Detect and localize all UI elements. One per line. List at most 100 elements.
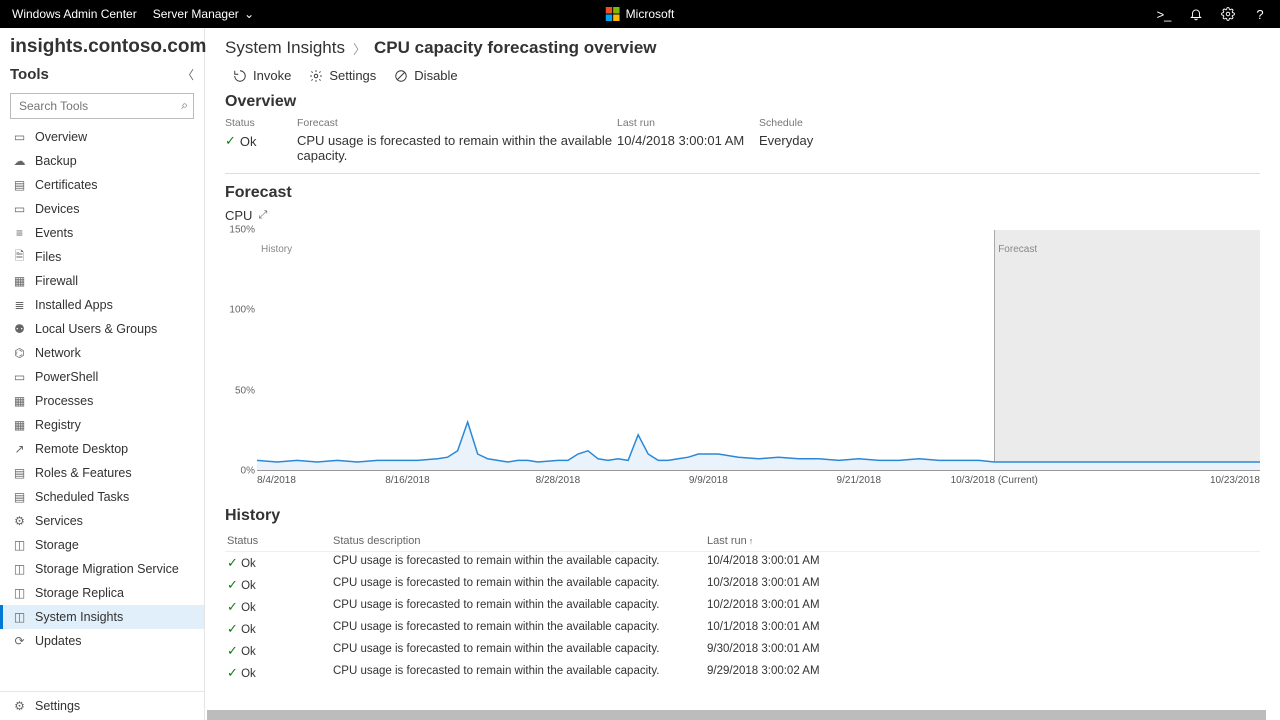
- popout-icon[interactable]: ⤢: [258, 209, 267, 222]
- sidebar-item-installed-apps[interactable]: ≣Installed Apps: [0, 293, 204, 317]
- sidebar-item-storage-migration-service[interactable]: ◫Storage Migration Service: [0, 557, 204, 581]
- sidebar-item-roles-features[interactable]: ▤Roles & Features: [0, 461, 204, 485]
- search-tools-input[interactable]: [10, 93, 194, 119]
- sidebar-item-network[interactable]: ⌬Network: [0, 341, 204, 365]
- forecast-heading: Forecast: [225, 184, 1260, 202]
- sidebar-item-firewall[interactable]: ▦Firewall: [0, 269, 204, 293]
- sidebar-item-storage[interactable]: ◫Storage: [0, 533, 204, 557]
- overview-lastrun-label: Last run: [617, 117, 759, 129]
- line-chart-svg: [257, 230, 1260, 470]
- nav-list: ▭Overview☁Backup▤Certificates▭Devices≡Ev…: [0, 125, 204, 691]
- sort-asc-icon: ↑: [749, 536, 754, 546]
- sidebar-item-registry[interactable]: ▦Registry: [0, 413, 204, 437]
- nav-icon: ◫: [12, 610, 27, 625]
- history-row[interactable]: ✓ OkCPU usage is forecasted to remain wi…: [225, 640, 1260, 662]
- breadcrumb-current: CPU capacity forecasting overview: [374, 38, 657, 58]
- breadcrumb-parent[interactable]: System Insights: [225, 38, 345, 58]
- nav-icon: ▦: [12, 274, 27, 289]
- command-bar: Invoke Settings Disable: [233, 68, 1260, 83]
- sidebar-item-events[interactable]: ≡Events: [0, 221, 204, 245]
- history-row[interactable]: ✓ OkCPU usage is forecasted to remain wi…: [225, 662, 1260, 684]
- overview-schedule-label: Schedule: [759, 117, 909, 129]
- notifications-icon[interactable]: [1188, 6, 1204, 22]
- help-icon[interactable]: ?: [1252, 6, 1268, 22]
- nav-icon: ☁: [12, 154, 27, 169]
- disable-icon: [394, 69, 408, 83]
- disable-button[interactable]: Disable: [394, 68, 457, 83]
- sidebar-item-scheduled-tasks[interactable]: ▤Scheduled Tasks: [0, 485, 204, 509]
- settings-button[interactable]: Settings: [309, 68, 376, 83]
- sidebar-item-backup[interactable]: ☁Backup: [0, 149, 204, 173]
- host-name: insights.contoso.com: [0, 28, 204, 62]
- history-row[interactable]: ✓ OkCPU usage is forecasted to remain wi…: [225, 618, 1260, 640]
- history-col-lastrun[interactable]: Last run↑: [707, 535, 907, 547]
- nav-icon: ▦: [12, 394, 27, 409]
- x-tick-label: 8/16/2018: [385, 475, 430, 486]
- check-icon: ✓: [227, 621, 238, 636]
- nav-icon: ▦: [12, 418, 27, 433]
- overview-schedule-value: Everyday: [759, 133, 909, 148]
- history-row[interactable]: ✓ OkCPU usage is forecasted to remain wi…: [225, 574, 1260, 596]
- nav-icon: ↗: [12, 442, 27, 457]
- sidebar-item-services[interactable]: ⚙Services: [0, 509, 204, 533]
- gear-icon: [309, 69, 323, 83]
- check-icon: ✓: [227, 599, 238, 614]
- sidebar-item-storage-replica[interactable]: ◫Storage Replica: [0, 581, 204, 605]
- history-col-desc[interactable]: Status description: [333, 535, 707, 547]
- shell-icon[interactable]: >_: [1156, 6, 1172, 22]
- sidebar-item-remote-desktop[interactable]: ↗Remote Desktop: [0, 437, 204, 461]
- nav-icon: ▤: [12, 466, 27, 481]
- history-row[interactable]: ✓ OkCPU usage is forecasted to remain wi…: [225, 596, 1260, 618]
- x-tick-label: 8/28/2018: [536, 475, 581, 486]
- context-dropdown[interactable]: Server Manager ⌄: [153, 7, 254, 21]
- sidebar-item-system-insights[interactable]: ◫System Insights: [0, 605, 204, 629]
- nav-icon: ⌬: [12, 346, 27, 361]
- x-tick-label: 9/21/2018: [837, 475, 882, 486]
- sidebar-item-local-users-groups[interactable]: ⚉Local Users & Groups: [0, 317, 204, 341]
- history-col-status[interactable]: Status: [225, 535, 333, 547]
- tools-heading: Tools: [10, 66, 49, 83]
- x-tick-label: 10/3/2018 (Current): [951, 475, 1038, 486]
- gear-icon: ⚙: [12, 699, 27, 714]
- overview-heading: Overview: [225, 93, 1260, 111]
- settings-icon[interactable]: [1220, 6, 1236, 22]
- series-name: CPU: [225, 208, 252, 223]
- check-icon: ✓: [225, 133, 236, 149]
- nav-icon: ▭: [12, 370, 27, 385]
- nav-icon: ▭: [12, 130, 27, 145]
- nav-icon: ⚙: [12, 514, 27, 529]
- y-tick-label: 50%: [235, 385, 255, 396]
- x-tick-label: 10/23/2018: [1210, 475, 1260, 486]
- collapse-sidebar-icon[interactable]: 〈: [182, 66, 194, 83]
- nav-icon: ▤: [12, 178, 27, 193]
- sidebar-item-processes[interactable]: ▦Processes: [0, 389, 204, 413]
- sidebar-item-devices[interactable]: ▭Devices: [0, 197, 204, 221]
- sidebar-item-powershell[interactable]: ▭PowerShell: [0, 365, 204, 389]
- overview-row: Status ✓Ok Forecast CPU usage is forecas…: [225, 117, 1260, 174]
- main-pane: System Insights 〉 CPU capacity forecasti…: [205, 28, 1280, 720]
- sidebar: insights.contoso.com Tools 〈 ⌕ ▭Overview…: [0, 28, 205, 720]
- sidebar-settings[interactable]: ⚙ Settings: [0, 692, 204, 720]
- sidebar-item-overview[interactable]: ▭Overview: [0, 125, 204, 149]
- nav-icon: ◫: [12, 538, 27, 553]
- search-icon: ⌕: [181, 98, 188, 113]
- history-table: Status Status description Last run↑ ✓ Ok…: [225, 531, 1260, 684]
- history-heading: History: [225, 507, 1260, 525]
- horizontal-scrollbar[interactable]: [207, 710, 1266, 720]
- microsoft-logo-icon: [606, 7, 620, 21]
- sidebar-item-updates[interactable]: ⟳Updates: [0, 629, 204, 653]
- nav-icon: ▤: [12, 490, 27, 505]
- invoke-button[interactable]: Invoke: [233, 68, 291, 83]
- y-tick-label: 100%: [229, 305, 255, 316]
- y-tick-label: 150%: [229, 225, 255, 236]
- sidebar-item-files[interactable]: 🗎Files: [0, 245, 204, 269]
- nav-icon: ≣: [12, 298, 27, 313]
- history-row[interactable]: ✓ OkCPU usage is forecasted to remain wi…: [225, 552, 1260, 574]
- overview-status-value: Ok: [240, 134, 257, 149]
- forecast-chart: 0%50%100%150% History Forecast 8/4/20188…: [225, 225, 1260, 493]
- nav-icon: 🗎: [12, 250, 27, 265]
- chevron-right-icon: 〉: [353, 39, 366, 58]
- sidebar-item-certificates[interactable]: ▤Certificates: [0, 173, 204, 197]
- chevron-down-icon: ⌄: [241, 7, 254, 21]
- overview-status-label: Status: [225, 117, 297, 129]
